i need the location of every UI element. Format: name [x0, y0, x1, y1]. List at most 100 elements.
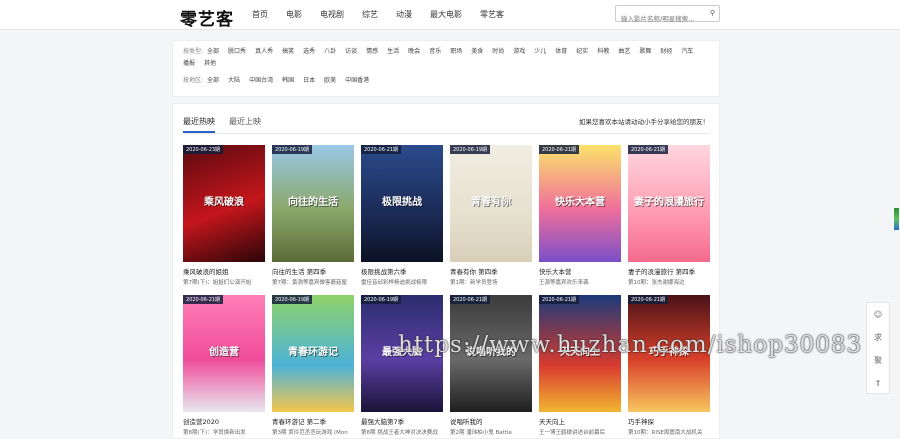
- tab-recent-release[interactable]: 最近上映: [229, 116, 261, 133]
- show-title[interactable]: 快乐大本营: [539, 266, 621, 276]
- show-subtitle: 雷佳音邱彩桦杨迪挑战极限: [361, 280, 428, 286]
- category-option[interactable]: 纪实: [576, 46, 588, 58]
- content-panel: 最近热映 最近上映 如果您喜欢本站请动动小手分享给您的朋友！ 2020-06-2…: [172, 103, 720, 439]
- show-subtitle: 第1期：新学员登场: [450, 280, 498, 286]
- category-option[interactable]: 音乐: [429, 46, 441, 58]
- category-option[interactable]: 真人秀: [255, 46, 273, 58]
- show-poster[interactable]: 2020-06-19期 向往的生活: [272, 145, 354, 262]
- category-option[interactable]: 曲艺: [618, 46, 630, 58]
- request-button[interactable]: 求: [867, 326, 889, 349]
- back-to-top-icon[interactable]: ⇑: [867, 372, 889, 395]
- category-option[interactable]: 搞笑: [282, 46, 294, 58]
- show-card[interactable]: 2020-06-21期 快乐大本营 快乐大本营 王源等嘉宾欢乐来袭: [539, 145, 621, 286]
- category-option[interactable]: 其他: [204, 58, 216, 70]
- category-option[interactable]: 财经: [660, 46, 672, 58]
- region-option[interactable]: 欧美: [324, 75, 336, 87]
- show-card[interactable]: 2020-06-19期 向往的生活 向往的生活 第四季 第7期：黄渤等嘉宾做客蘑菇屋: [272, 145, 354, 286]
- show-title[interactable]: 青春有你 第四季: [450, 266, 532, 276]
- show-poster[interactable]: 2020-06-21期 快乐大本营: [539, 145, 621, 262]
- show-poster[interactable]: 2020-06-23期 乘风破浪: [183, 145, 265, 262]
- search-icon[interactable]: ⚲: [710, 9, 715, 17]
- region-option[interactable]: 日本: [303, 75, 315, 87]
- show-card[interactable]: 2020-06-19期 最强大脑 最强大脑第7季 第8期 挑战王者大神对决决赛战: [361, 295, 443, 436]
- site-logo[interactable]: 零艺客: [180, 5, 234, 30]
- show-card[interactable]: 2020-06-21期 说唱听我的 说唱听我的 第2期 潘玮柏小鬼 Battle: [450, 295, 532, 436]
- show-title[interactable]: 创造营2020: [183, 416, 265, 426]
- category-option[interactable]: 全部: [207, 46, 219, 58]
- nav-variety[interactable]: 综艺: [362, 9, 378, 20]
- region-option[interactable]: 中国香港: [345, 75, 369, 87]
- category-option[interactable]: 游戏: [513, 46, 525, 58]
- poster-title-art: 青春有你: [471, 197, 511, 208]
- show-card[interactable]: 2020-06-19期 青春有你青春有你 第四季第1期：新学员登场: [450, 145, 532, 286]
- category-option[interactable]: 选秀: [303, 46, 315, 58]
- show-subtitle: 第7期(下)：姐姐们公演开始: [183, 280, 252, 286]
- show-card[interactable]: 2020-06-21期 创造营创造营2020 第8期(下)：学员焕新出发: [183, 295, 265, 436]
- category-option[interactable]: 生活: [387, 46, 399, 58]
- tab-bar: 最近热映 最近上映: [183, 116, 275, 133]
- show-title[interactable]: 极限挑战第六季: [361, 266, 443, 276]
- show-card[interactable]: 2020-06-21期 天天向上 天天向上 王一博王鹤棣讲述台前幕后: [539, 295, 621, 436]
- show-card[interactable]: 2020-06-19期 青春环游记青春环游记 第二季第3期 贾玲范丞丞玩游戏 (M…: [272, 295, 354, 436]
- category-option[interactable]: 晚会: [408, 46, 420, 58]
- show-card[interactable]: 2020-06-23期 乘风破浪乘风破浪的姐姐第7期(下)：姐姐们公演开始: [183, 145, 265, 286]
- share-hint: 如果您喜欢本站请动动小手分享给您的朋友！: [579, 118, 709, 126]
- region-option[interactable]: 全部: [207, 75, 219, 87]
- category-option[interactable]: 少儿: [534, 46, 546, 58]
- category-option[interactable]: 播报: [183, 58, 195, 70]
- show-title[interactable]: 说唱听我的: [450, 416, 532, 426]
- category-option[interactable]: 情感: [366, 46, 378, 58]
- category-option[interactable]: 访谈: [345, 46, 357, 58]
- show-title[interactable]: 向往的生活 第四季: [272, 266, 354, 276]
- nav-anime[interactable]: 动漫: [396, 9, 412, 20]
- show-poster[interactable]: 2020-06-21期 极限挑战: [361, 145, 443, 262]
- episode-date-badge: 2020-06-21期: [183, 295, 224, 304]
- episode-date-badge: 2020-06-19期: [272, 145, 313, 154]
- show-subtitle: 第8期(下)：学员焕新出发: [183, 430, 246, 436]
- show-title[interactable]: 青春环游记 第二季: [272, 416, 354, 426]
- show-card[interactable]: 2020-06-21期 巧手神探 巧手神探 第10期：RISE周震南大战机关: [628, 295, 710, 436]
- poster-title-art: 妻子的浪漫旅行: [634, 197, 704, 208]
- episode-date-badge: 2020-06-21期: [539, 295, 580, 304]
- show-title[interactable]: 最强大脑第7季: [361, 416, 443, 426]
- tab-recent-hot[interactable]: 最近热映: [183, 116, 215, 133]
- search-input[interactable]: [616, 11, 704, 27]
- show-title[interactable]: 乘风破浪的姐姐: [183, 266, 265, 276]
- show-poster[interactable]: 2020-06-21期 妻子的浪漫旅行: [628, 145, 710, 262]
- region-option[interactable]: 中国台湾: [249, 75, 273, 87]
- nav-lingyike[interactable]: 零艺客: [480, 9, 504, 20]
- nav-tv[interactable]: 电视剧: [320, 9, 344, 20]
- show-title[interactable]: 妻子的浪漫旅行 第四季: [628, 266, 710, 276]
- show-title[interactable]: 天天向上: [539, 416, 621, 426]
- show-subtitle: 第10期：张杰谢娜海边: [628, 280, 685, 286]
- show-title[interactable]: 巧手神探: [628, 416, 710, 426]
- category-option[interactable]: 科教: [597, 46, 609, 58]
- scroll-indicator[interactable]: [894, 208, 899, 230]
- nav-latest-movie[interactable]: 最大电影: [430, 9, 462, 20]
- category-option[interactable]: 歌舞: [639, 46, 651, 58]
- show-poster[interactable]: 2020-06-19期 青春有你: [450, 145, 532, 262]
- category-option[interactable]: 体育: [555, 46, 567, 58]
- show-poster[interactable]: 2020-06-19期 青春环游记: [272, 295, 354, 412]
- nav-home[interactable]: 首页: [252, 9, 268, 20]
- watermark-text: https://www.huzhan.com/ishop30083: [398, 332, 863, 358]
- region-option[interactable]: 韩国: [282, 75, 294, 87]
- region-option[interactable]: 大陆: [228, 75, 240, 87]
- side-toolbar: ☺ 求 聚 ⇑: [866, 302, 890, 394]
- poster-title-art: 乘风破浪: [204, 197, 244, 208]
- gather-button[interactable]: 聚: [867, 349, 889, 372]
- show-subtitle: 第3期 贾玲范丞丞玩游戏 (Mon: [272, 430, 348, 436]
- user-icon[interactable]: ☺: [867, 303, 889, 326]
- region-label: 按地区:: [183, 77, 204, 84]
- category-option[interactable]: 八卦: [324, 46, 336, 58]
- show-card[interactable]: 2020-06-21期 极限挑战极限挑战第六季雷佳音邱彩桦杨迪挑战极限: [361, 145, 443, 286]
- show-poster[interactable]: 2020-06-21期 创造营: [183, 295, 265, 412]
- category-option[interactable]: 美食: [471, 46, 483, 58]
- show-card[interactable]: 2020-06-21期 妻子的浪漫旅行妻子的浪漫旅行 第四季第10期：张杰谢娜海边: [628, 145, 710, 286]
- category-option[interactable]: 脱口秀: [228, 46, 246, 58]
- category-option[interactable]: 时尚: [492, 46, 504, 58]
- nav-movie[interactable]: 电影: [286, 9, 302, 20]
- category-option[interactable]: 汽车: [681, 46, 693, 58]
- poster-title-art: 极限挑战: [382, 197, 422, 208]
- category-option[interactable]: 职场: [450, 46, 462, 58]
